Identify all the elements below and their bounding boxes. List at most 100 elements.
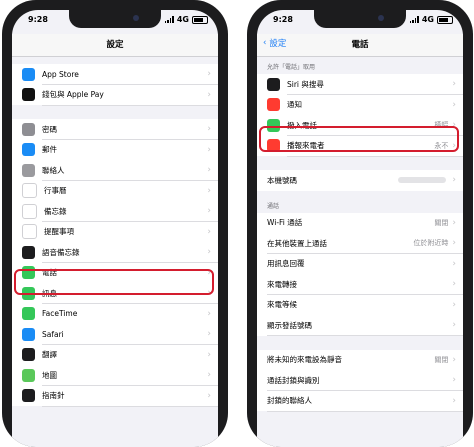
chevron-right-icon: › <box>452 395 456 406</box>
row-label: 地圖 <box>42 370 57 380</box>
chevron-right-icon: › <box>207 349 211 360</box>
setting-row[interactable]: 將未知的來電設為靜音 關閉 › <box>257 349 463 370</box>
row-label: 將未知的來電設為靜音 <box>267 355 342 365</box>
translate-row[interactable]: 翻譯 › <box>12 344 218 365</box>
incoming-call-icon <box>267 118 280 132</box>
key-row[interactable]: 密碼 › <box>12 119 218 140</box>
calendar-row[interactable]: 行事曆 › <box>12 180 218 201</box>
messages-icon <box>22 286 35 300</box>
row-label: 行事曆 <box>44 186 67 196</box>
section-header-calls: 通話 <box>267 202 280 210</box>
phone-settings-screen: 9:28 4G ‹ 設定 電話 允許「電話」取用 Siri 與搜尋 › 通知 › 撥入電話… <box>257 10 463 447</box>
section-header-allow: 允許「電話」取用 <box>267 64 316 71</box>
setting-row[interactable]: 來電等候 › <box>257 294 463 315</box>
chevron-right-icon: › <box>452 99 456 110</box>
setting-row[interactable]: 封鎖的聯絡人 › <box>257 390 463 411</box>
status-time: 9:28 <box>28 15 48 24</box>
camera-dot <box>378 15 384 21</box>
row-label: 來電等候 <box>267 300 297 310</box>
phone-row[interactable]: 電話 › <box>12 262 218 283</box>
left-phone: 9:28 4G 設定 App Store › 錢包與 Apple Pay › 密碼 › 郵… <box>2 0 228 447</box>
phone-settings-list: 允許「電話」取用 Siri 與搜尋 › 通知 › 撥入電話 橫幅 › 播報來電者 永不 › 本機號… <box>257 56 463 447</box>
chevron-right-icon: › <box>452 299 456 310</box>
nav-bar: ‹ 設定 電話 <box>257 34 463 57</box>
chevron-right-icon: › <box>452 120 456 131</box>
siri-row[interactable]: Siri 與搜尋 › <box>257 74 463 95</box>
notes-icon <box>22 203 37 219</box>
chevron-right-icon: › <box>452 258 456 269</box>
row-label: 播報來電者 <box>287 141 325 151</box>
row-label: Siri 與搜尋 <box>287 79 324 89</box>
row-label: 顯示發話號碼 <box>267 320 312 330</box>
setting-row[interactable]: 顯示發話號碼 › <box>257 315 463 336</box>
wallet-row[interactable]: 錢包與 Apple Pay › <box>12 84 218 105</box>
row-label: Safari <box>42 329 64 339</box>
row-value: 關閉 <box>434 218 449 227</box>
setting-row[interactable]: 在其他裝置上通話 位於附近時 › <box>257 233 463 254</box>
row-separator <box>42 405 218 406</box>
row-label: 撥入電話 <box>287 120 317 130</box>
voice-memos-row[interactable]: 語音備忘錄 › <box>12 242 218 263</box>
battery-icon <box>192 15 208 24</box>
page-title: 電話 <box>351 40 369 50</box>
maps-icon <box>22 368 35 382</box>
notifications-icon <box>267 98 280 112</box>
row-value: 位於附近時 <box>413 239 449 248</box>
facetime-row[interactable]: FaceTime › <box>12 303 218 324</box>
messages-row[interactable]: 訊息 › <box>12 283 218 304</box>
notch <box>69 10 161 28</box>
chevron-right-icon: › <box>207 226 211 237</box>
row-separator <box>287 155 463 156</box>
setting-row[interactable]: 用訊息回覆 › <box>257 253 463 274</box>
right-phone: 9:28 4G ‹ 設定 電話 允許「電話」取用 Siri 與搜尋 › 通知 › 撥入電話… <box>247 0 473 447</box>
network-label: 4G <box>421 15 434 24</box>
chevron-right-icon: › <box>452 375 456 386</box>
row-label: 通話封鎖與識別 <box>267 375 320 385</box>
signal-icon <box>164 16 174 23</box>
setting-row[interactable]: Wi-Fi 通話 關閉 › <box>257 212 463 233</box>
row-value: 永不 <box>434 141 449 150</box>
notifications-row[interactable]: 通知 › <box>257 94 463 115</box>
chevron-right-icon: › <box>207 267 211 278</box>
siri-icon <box>267 77 280 91</box>
announce-calls-row[interactable]: 播報來電者 永不 › <box>257 135 463 156</box>
my-number-label: 本機號碼 <box>267 175 297 185</box>
my-number-row[interactable]: 本機號碼 › <box>257 170 463 191</box>
setting-row[interactable]: 來電轉接 › <box>257 274 463 295</box>
row-label: 錢包與 Apple Pay <box>42 90 104 100</box>
chevron-right-icon: › <box>207 165 211 176</box>
settings-list: App Store › 錢包與 Apple Pay › 密碼 › 郵件 › 聯絡人 › 行事曆 › 備… <box>12 56 218 447</box>
row-label: 翻譯 <box>42 350 57 360</box>
chevron-right-icon: › <box>207 390 211 401</box>
row-label: 來電轉接 <box>267 279 297 289</box>
key-icon <box>22 122 35 136</box>
page-title: 設定 <box>106 40 124 50</box>
contacts-icon <box>22 163 35 177</box>
app-store-icon <box>22 67 35 81</box>
chevron-right-icon: › <box>452 279 456 290</box>
calendar-icon <box>22 183 37 199</box>
setting-row[interactable]: 通話封鎖與識別 › <box>257 370 463 391</box>
compass-icon <box>22 389 35 403</box>
chevron-right-icon: › <box>207 124 211 135</box>
maps-row[interactable]: 地圖 › <box>12 365 218 386</box>
row-separator <box>42 104 218 105</box>
notes-row[interactable]: 備忘錄 › <box>12 201 218 222</box>
chevron-right-icon: › <box>207 185 211 196</box>
app-store-row[interactable]: App Store › <box>12 64 218 85</box>
row-label: FaceTime <box>42 309 78 319</box>
signal-icon <box>409 16 419 23</box>
compass-row[interactable]: 指南針 › <box>12 385 218 406</box>
safari-icon <box>22 327 35 341</box>
chevron-right-icon: › <box>207 370 211 381</box>
safari-row[interactable]: Safari › <box>12 324 218 345</box>
row-label: 訊息 <box>42 288 57 298</box>
row-label: 語音備忘錄 <box>42 247 80 257</box>
reminders-row[interactable]: 提醒事項 › <box>12 221 218 242</box>
incoming-call-row[interactable]: 撥入電話 橫幅 › <box>257 115 463 136</box>
chevron-right-icon: › <box>452 140 456 151</box>
row-label: 密碼 <box>42 124 57 134</box>
mail-row[interactable]: 郵件 › <box>12 139 218 160</box>
contacts-row[interactable]: 聯絡人 › <box>12 160 218 181</box>
translate-icon <box>22 348 35 362</box>
